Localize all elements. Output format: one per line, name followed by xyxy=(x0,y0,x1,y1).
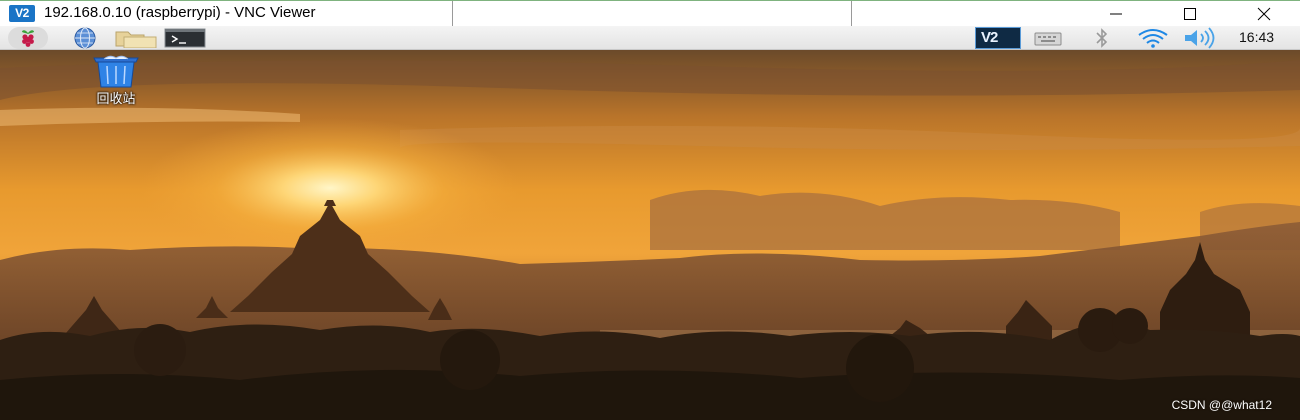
keyboard-icon xyxy=(1034,32,1062,46)
bluetooth-icon xyxy=(1096,28,1108,48)
close-icon xyxy=(1257,7,1271,21)
wifi-icon xyxy=(1138,29,1168,48)
raspberry-menu-button[interactable] xyxy=(8,27,48,49)
window-titlebar[interactable]: V2 192.168.0.10 (raspberrypi) - VNC View… xyxy=(0,0,1300,29)
sunset-temples-wallpaper xyxy=(0,50,1300,420)
keyboard-tray-button[interactable] xyxy=(1034,27,1062,49)
window-title: 192.168.0.10 (raspberrypi) - VNC Viewer xyxy=(44,4,316,21)
terminal-launcher[interactable] xyxy=(164,27,206,49)
trash-icon xyxy=(93,55,139,88)
vnc-logo-icon: V2 xyxy=(9,5,35,22)
globe-icon xyxy=(74,27,96,49)
maximize-icon xyxy=(1184,8,1196,20)
maximize-button[interactable] xyxy=(1167,1,1213,27)
volume-icon xyxy=(1185,27,1215,49)
file-manager-launcher[interactable] xyxy=(114,27,158,49)
vnc-tray-logo: V2 xyxy=(981,29,998,46)
wifi-tray-button[interactable] xyxy=(1136,27,1170,49)
desktop-icon-trash[interactable]: 回收站 xyxy=(82,54,150,110)
volume-tray-button[interactable] xyxy=(1182,27,1220,49)
minimize-icon xyxy=(1110,13,1122,15)
bluetooth-tray-button[interactable] xyxy=(1092,27,1112,49)
taskbar-panel: V2 16:43 xyxy=(0,26,1300,50)
vnc-viewer-window: V2 192.168.0.10 (raspberrypi) - VNC View… xyxy=(0,0,1300,420)
vnc-toolbar-handle[interactable] xyxy=(452,1,852,29)
terminal-icon xyxy=(164,28,206,48)
folder-icon xyxy=(115,31,157,48)
vnc-server-tray-button[interactable]: V2 xyxy=(975,27,1021,49)
raspberry-icon xyxy=(22,30,34,47)
desktop[interactable]: 回收站 CSDN @@what12 xyxy=(0,50,1300,420)
watermark: CSDN @@what12 xyxy=(1171,398,1272,412)
minimize-button[interactable] xyxy=(1093,1,1139,27)
close-button[interactable] xyxy=(1241,1,1287,27)
web-browser-launcher[interactable] xyxy=(66,27,106,49)
clock[interactable]: 16:43 xyxy=(1239,29,1287,51)
desktop-icon-label: 回收站 xyxy=(96,92,136,107)
